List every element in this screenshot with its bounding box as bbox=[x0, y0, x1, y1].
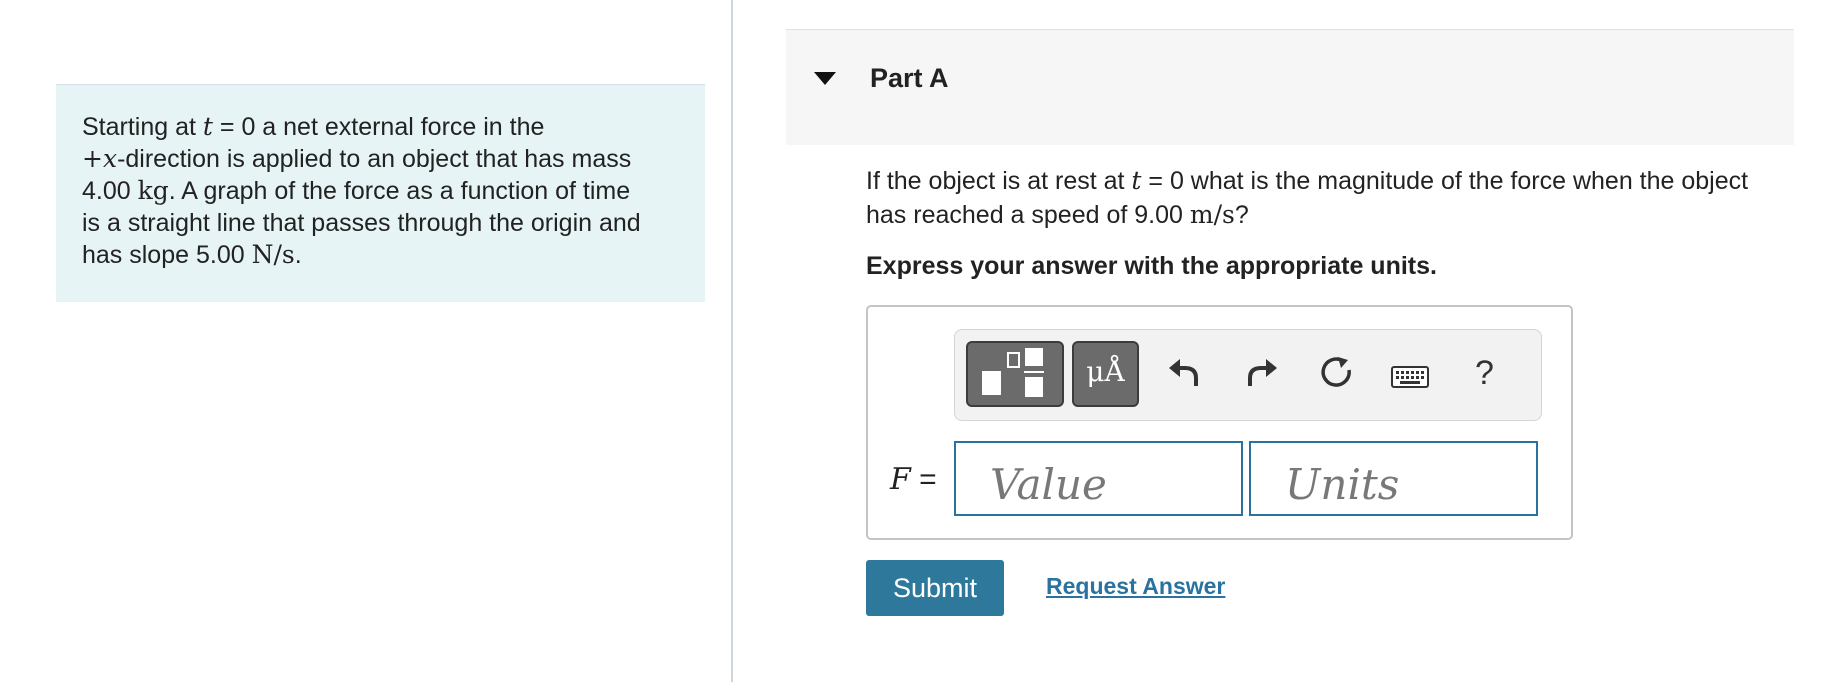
answer-instruction: Express your answer with the appropriate… bbox=[866, 252, 1437, 280]
math-toolbar: μÅ ? bbox=[954, 329, 1542, 421]
problem-line-1: Starting at t = 0 a net external force i… bbox=[82, 112, 545, 141]
request-answer-link[interactable]: Request Answer bbox=[1046, 573, 1225, 600]
help-icon[interactable]: ? bbox=[1475, 354, 1494, 393]
column-divider bbox=[731, 0, 733, 682]
collapse-caret-icon[interactable] bbox=[814, 72, 836, 85]
problem-line-4: is a straight line that passes through t… bbox=[82, 209, 641, 237]
problem-line-2: +x-direction is applied to an object tha… bbox=[82, 144, 632, 173]
reset-icon[interactable] bbox=[1319, 354, 1355, 390]
units-input[interactable] bbox=[1249, 441, 1538, 516]
question-text: If the object is at rest at t = 0 what i… bbox=[866, 166, 1749, 229]
problem-line-3: 4.00 kg. A graph of the force as a funct… bbox=[82, 176, 631, 205]
templates-button[interactable] bbox=[966, 341, 1064, 407]
answer-variable-label: F = bbox=[890, 462, 937, 497]
part-title: Part A bbox=[870, 63, 949, 93]
redo-icon[interactable] bbox=[1245, 354, 1279, 388]
value-input[interactable] bbox=[954, 441, 1243, 516]
keyboard-icon[interactable] bbox=[1391, 366, 1429, 388]
answer-box: μÅ ? F = bbox=[866, 305, 1573, 540]
problem-statement: Starting at t = 0 a net external force i… bbox=[56, 84, 705, 302]
units-icon: μÅ bbox=[1086, 355, 1125, 388]
submit-button[interactable]: Submit bbox=[866, 560, 1004, 616]
problem-line-5: has slope 5.00 N/s. bbox=[82, 240, 302, 269]
undo-icon[interactable] bbox=[1167, 354, 1201, 388]
units-button[interactable]: μÅ bbox=[1072, 341, 1139, 407]
part-header[interactable]: Part A bbox=[786, 29, 1794, 145]
